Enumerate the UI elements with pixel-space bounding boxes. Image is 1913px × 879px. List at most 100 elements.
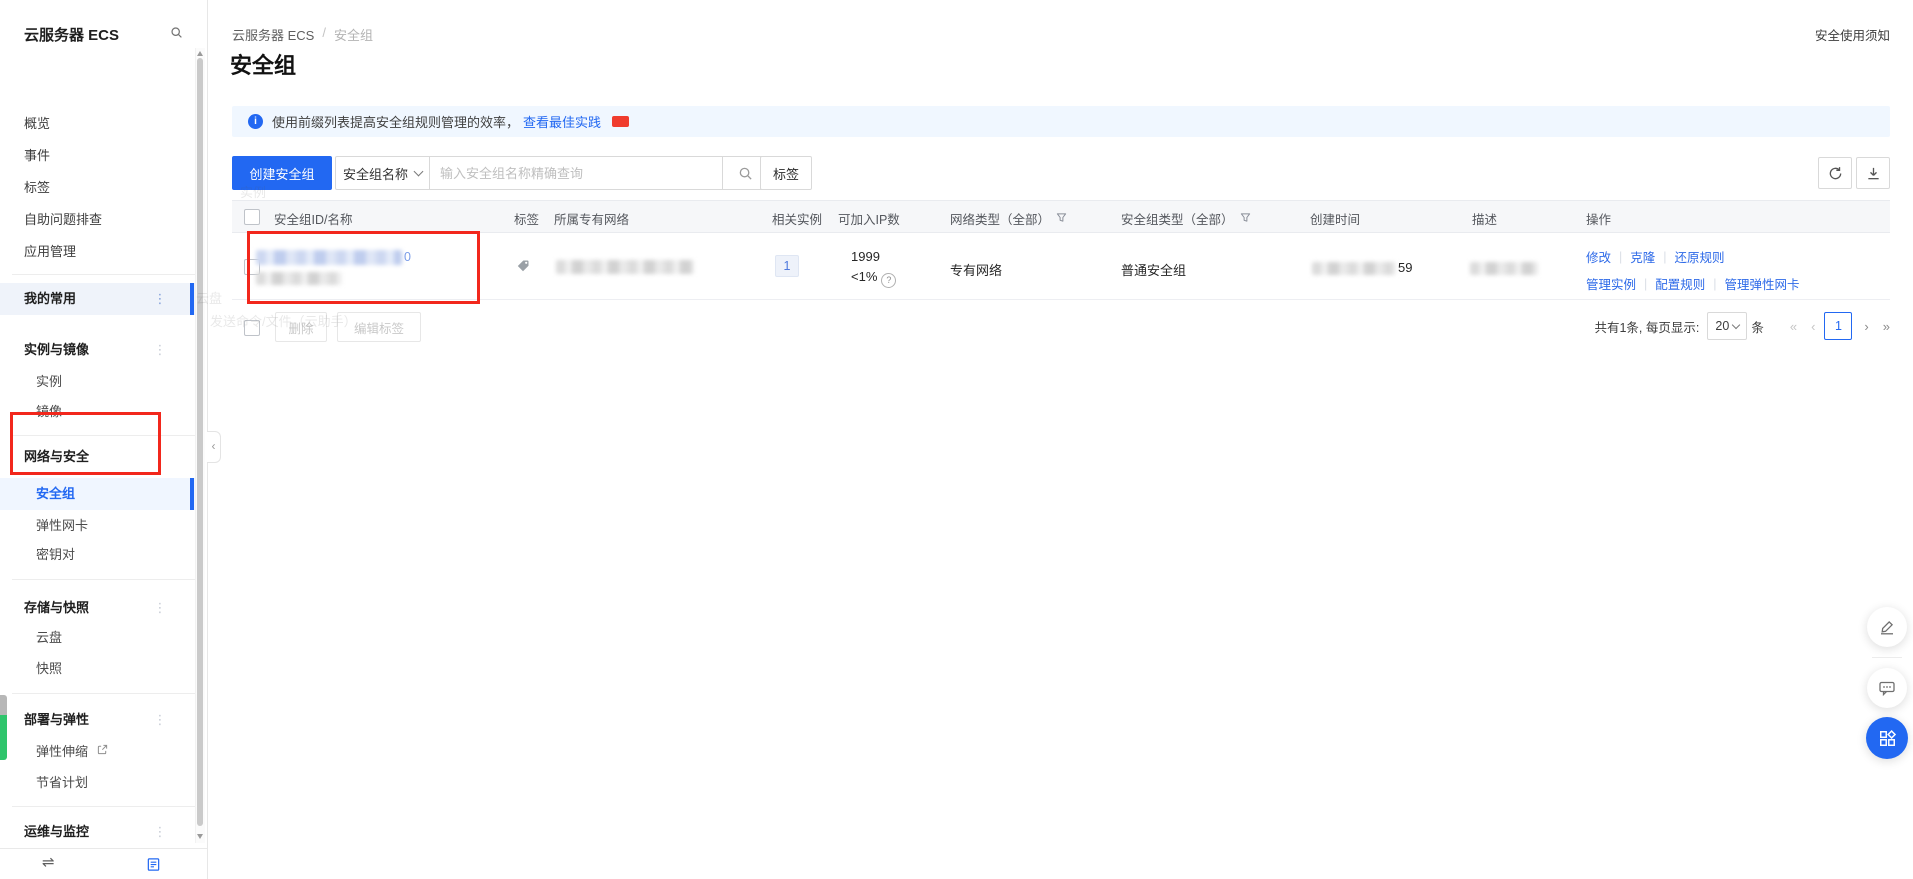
search-input[interactable]: [430, 157, 722, 189]
sidebar-section-storage-snapshots[interactable]: 存储与快照: [24, 594, 89, 622]
chevron-down-icon: [414, 167, 424, 177]
question-icon[interactable]: ?: [881, 273, 896, 288]
sg-id-suffix: 0: [404, 250, 411, 264]
action-separator: |: [1619, 250, 1622, 264]
download-button[interactable]: [1856, 157, 1890, 189]
action-manage-enis[interactable]: 管理弹性网卡: [1725, 274, 1800, 293]
column-header-description: 描述: [1472, 209, 1497, 228]
info-icon: i: [248, 114, 263, 129]
footer-select-all-checkbox[interactable]: [244, 320, 260, 336]
action-separator: |: [1713, 277, 1716, 291]
sidebar-item-self-troubleshoot[interactable]: 自助问题排查: [24, 206, 102, 234]
action-restore-rules[interactable]: 还原规则: [1675, 247, 1725, 266]
created-time-suffix: 59: [1398, 260, 1412, 275]
sidebar-section-network-security[interactable]: 网络与安全: [24, 443, 89, 471]
pagination-first[interactable]: «: [1790, 319, 1797, 334]
more-vertical-icon[interactable]: ⋮: [152, 285, 168, 313]
sidebar-divider: [12, 579, 195, 580]
redacted-created-time: [1312, 262, 1396, 275]
sidebar-item-label: 弹性伸缩: [36, 744, 88, 759]
pagination-last[interactable]: »: [1883, 319, 1890, 334]
search-icon: [738, 166, 753, 181]
create-security-group-button[interactable]: 创建安全组: [232, 156, 332, 190]
sidebar-item-disks[interactable]: 云盘: [36, 624, 62, 652]
sidebar-section-ops-monitoring[interactable]: 运维与监控: [24, 818, 89, 843]
action-configure-rules[interactable]: 配置规则: [1655, 274, 1705, 293]
sidebar-collapse-handle[interactable]: ‹: [207, 431, 221, 463]
sidebar-item-key-pairs[interactable]: 密钥对: [36, 541, 75, 569]
filter-funnel-icon[interactable]: [1056, 211, 1067, 226]
more-vertical-icon[interactable]: ⋮: [152, 594, 168, 622]
screenshot-artifact-bar-gray: [0, 695, 7, 715]
sidebar-item-images[interactable]: 镜像: [36, 398, 62, 426]
sidebar-item-security-groups[interactable]: 安全组: [36, 480, 75, 508]
more-vertical-icon[interactable]: ⋮: [152, 336, 168, 364]
redacted-description: [1470, 262, 1538, 275]
doc-list-icon[interactable]: [146, 857, 161, 875]
action-clone[interactable]: 克隆: [1630, 247, 1655, 266]
pagination-current-page[interactable]: 1: [1824, 312, 1852, 340]
joinable-ip-percent-value: <1%: [851, 269, 877, 284]
action-manage-instances[interactable]: 管理实例: [1586, 274, 1636, 293]
sidebar-item-overview[interactable]: 概览: [24, 110, 50, 138]
scrollbar-up-arrow[interactable]: [197, 51, 203, 56]
related-instances-count[interactable]: 1: [775, 255, 799, 277]
sidebar-item-app-management[interactable]: 应用管理: [24, 238, 76, 266]
sidebar-section-deploy-elasticity[interactable]: 部署与弹性: [24, 706, 89, 734]
pagination-next[interactable]: ›: [1864, 319, 1868, 334]
joinable-ip-count: 1999: [851, 249, 880, 264]
row-actions-line1: 修改 | 克隆 | 还原规则: [1586, 247, 1725, 266]
sidebar-item-events[interactable]: 事件: [24, 142, 50, 170]
sidebar-item-instances[interactable]: 实例: [36, 368, 62, 396]
sidebar-section-favorites[interactable]: 我的常用: [24, 285, 76, 313]
sidebar-item-tags[interactable]: 标签: [24, 174, 50, 202]
filter-funnel-icon[interactable]: [1240, 211, 1251, 226]
console-apps-button[interactable]: [1866, 717, 1908, 759]
feedback-pencil-button[interactable]: [1867, 607, 1907, 647]
sidebar-item-savings-plans[interactable]: 节省计划: [36, 769, 88, 797]
select-all-checkbox[interactable]: [244, 209, 260, 225]
pagination-prev[interactable]: ‹: [1811, 319, 1815, 334]
breadcrumb-root[interactable]: 云服务器 ECS: [232, 25, 314, 44]
breadcrumb-separator: /: [322, 25, 326, 44]
new-badge-icon: [612, 116, 629, 127]
delete-button[interactable]: 删除: [275, 312, 327, 342]
column-header-joinable-ips: 可加入IP数: [838, 209, 900, 228]
sidebar-item-auto-scaling[interactable]: 弹性伸缩: [36, 737, 108, 765]
more-vertical-icon[interactable]: ⋮: [152, 818, 168, 843]
scrollbar-down-arrow[interactable]: [197, 834, 203, 839]
safety-notice-link[interactable]: 安全使用须知: [1815, 25, 1890, 44]
tag-icon[interactable]: [516, 259, 530, 276]
swap-icon[interactable]: ⇌: [42, 853, 55, 871]
more-vertical-icon[interactable]: ⋮: [152, 443, 168, 471]
info-banner: i 使用前缀列表提高安全组规则管理的效率， 查看最佳实践: [232, 106, 1890, 137]
edit-tags-button[interactable]: 编辑标签: [337, 312, 421, 342]
pagination-total-text: 共有1条, 每页显示:: [1594, 317, 1699, 336]
column-header-tag: 标签: [514, 209, 539, 228]
sidebar-search-icon[interactable]: [170, 26, 183, 42]
more-vertical-icon[interactable]: ⋮: [152, 706, 168, 734]
sidebar-item-enis[interactable]: 弹性网卡: [36, 512, 88, 540]
sidebar-scrollbar-thumb[interactable]: [197, 58, 203, 826]
chat-support-button[interactable]: [1867, 668, 1907, 708]
page-size-value: 20: [1715, 319, 1729, 333]
refresh-button[interactable]: [1818, 157, 1852, 189]
redacted-sg-id-link[interactable]: [256, 250, 402, 265]
sidebar: 云服务器 ECS 概览 事件 标签 自助问题排查 应用管理 我的常用 ⋮ 实例与…: [0, 0, 207, 879]
sidebar-selected-row: [0, 478, 195, 510]
sidebar-section-instances-images[interactable]: 实例与镜像: [24, 336, 89, 364]
page-size-select[interactable]: 20: [1707, 312, 1747, 340]
banner-message: 使用前缀列表提高安全组规则管理的效率，: [272, 112, 519, 131]
sidebar-divider: [12, 693, 195, 694]
banner-best-practice-link[interactable]: 查看最佳实践: [523, 112, 601, 131]
tag-filter-button[interactable]: 标签: [760, 156, 812, 190]
search-field-dropdown[interactable]: 安全组名称: [336, 157, 430, 189]
sidebar-nav: 概览 事件 标签 自助问题排查 应用管理 我的常用 ⋮ 实例与镜像 ⋮ 实例 镜…: [0, 48, 207, 843]
action-modify[interactable]: 修改: [1586, 247, 1611, 266]
pencil-icon: [1878, 618, 1896, 636]
screenshot-artifact-bar-green: [0, 715, 7, 760]
pagination: 共有1条, 每页显示: 20 条 « ‹ 1 › »: [1594, 310, 1890, 342]
joinable-ip-percent: <1%?: [851, 269, 896, 288]
column-header-actions: 操作: [1586, 209, 1611, 228]
sidebar-item-snapshots[interactable]: 快照: [36, 655, 62, 683]
